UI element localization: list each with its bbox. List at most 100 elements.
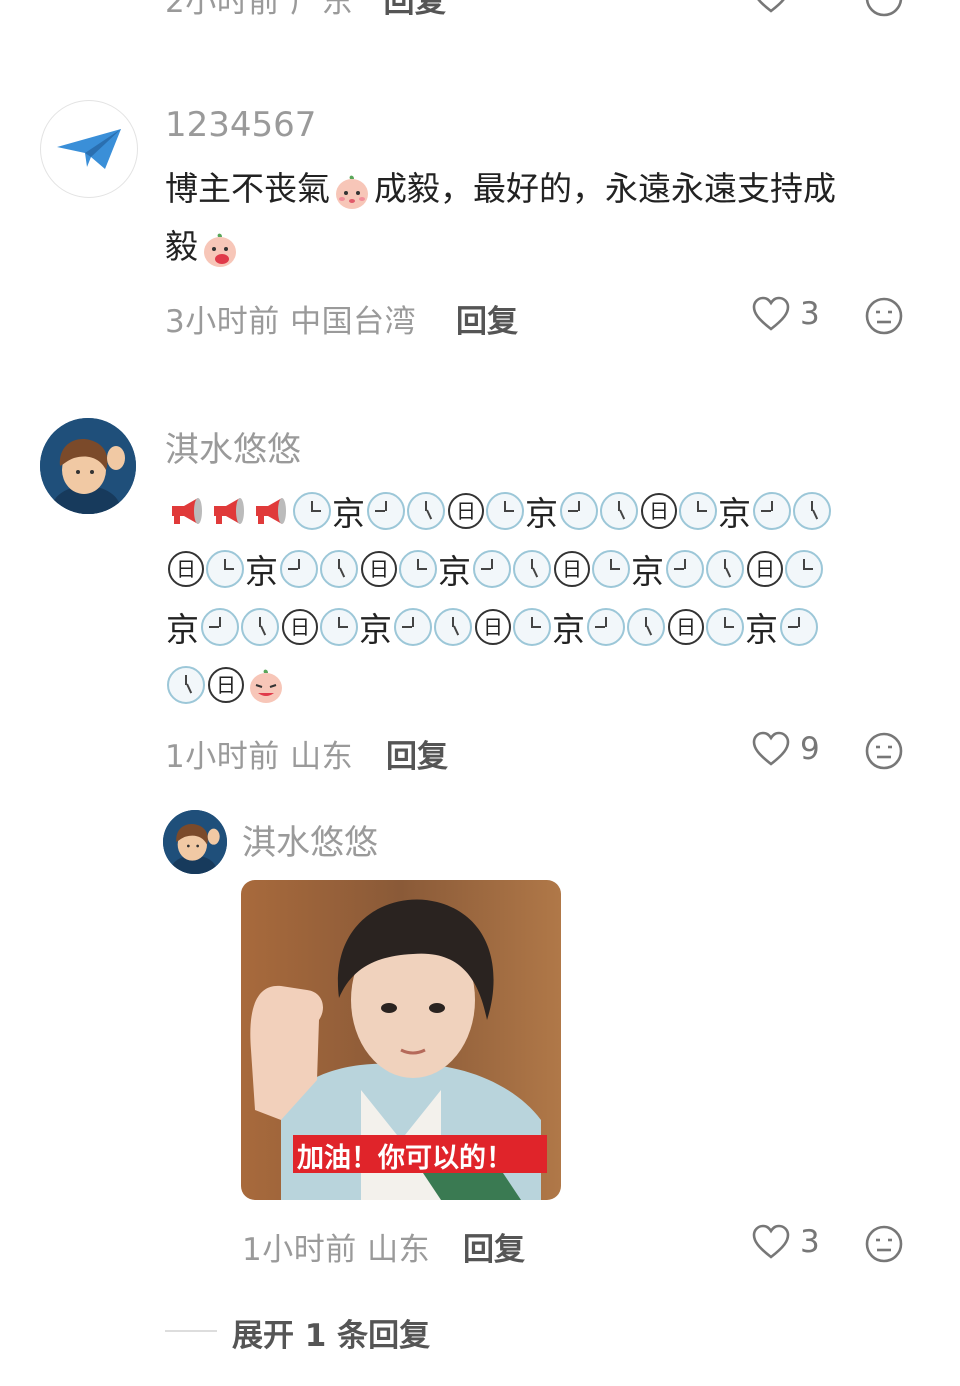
neutral-face-icon bbox=[865, 1225, 903, 1263]
clock-five-icon bbox=[241, 608, 279, 646]
paper-plane-icon bbox=[57, 129, 121, 169]
comment-meta: 1小时前 山东 bbox=[165, 739, 354, 775]
clock-five-icon bbox=[706, 550, 744, 588]
emoji-line-1: 京 日 京 日 京 bbox=[165, 482, 945, 540]
cartoon-boy-avatar-icon bbox=[40, 418, 136, 514]
char-jing: 京 bbox=[359, 610, 392, 649]
emoji-line-4: 日 bbox=[165, 656, 945, 714]
reply-button[interactable]: 回复 bbox=[456, 296, 518, 341]
emoji-line-3: 京 日 京 日 京 日 京 bbox=[165, 598, 945, 656]
dislike-button[interactable] bbox=[864, 731, 904, 775]
clock-three-icon bbox=[293, 492, 331, 530]
char-jing: 京 bbox=[552, 610, 585, 649]
comment-text-part: 毅 bbox=[165, 227, 198, 266]
clock-three-icon bbox=[399, 550, 437, 588]
clock-three-icon bbox=[513, 608, 551, 646]
clock-nine-icon bbox=[560, 492, 598, 530]
clock-nine-icon bbox=[201, 608, 239, 646]
peach-laugh-emoji-icon bbox=[250, 669, 282, 703]
clock-five-icon bbox=[627, 608, 665, 646]
like-button[interactable]: 3 bbox=[752, 296, 820, 332]
clock-nine-icon bbox=[780, 608, 818, 646]
heart-outline-icon bbox=[752, 731, 790, 766]
reply-button[interactable]: 回复 bbox=[386, 731, 448, 776]
circled-ri-icon: 日 bbox=[668, 609, 704, 645]
circled-ri-icon: 日 bbox=[168, 551, 204, 587]
char-jing: 京 bbox=[631, 552, 664, 591]
clock-three-icon bbox=[486, 492, 524, 530]
comment-meta: 3小时前 中国台湾 bbox=[165, 304, 417, 340]
emoji-line-2: 日 京 日 京 日 京 日 bbox=[165, 540, 945, 598]
circled-ri-icon: 日 bbox=[747, 551, 783, 587]
circled-ri-icon: 日 bbox=[208, 667, 244, 703]
char-jing: 京 bbox=[438, 552, 471, 591]
circled-ri-icon: 日 bbox=[641, 493, 677, 529]
prev-like-icon[interactable] bbox=[752, 0, 790, 18]
comment-username[interactable]: 1234567 bbox=[165, 105, 316, 145]
clock-nine-icon bbox=[367, 492, 405, 530]
clock-five-icon bbox=[600, 492, 638, 530]
char-jing: 京 bbox=[525, 494, 558, 533]
reply-meta: 1小时前 山东 bbox=[242, 1232, 431, 1268]
clock-nine-icon bbox=[473, 550, 511, 588]
clock-nine-icon bbox=[394, 608, 432, 646]
clock-five-icon bbox=[513, 550, 551, 588]
clock-five-icon bbox=[434, 608, 472, 646]
prev-reply-button[interactable]: 回复 bbox=[383, 0, 446, 20]
comment-text-part: 博主不丧氣 bbox=[165, 169, 330, 208]
peach-kiss-emoji-icon bbox=[336, 175, 368, 209]
clock-three-icon bbox=[592, 550, 630, 588]
like-button[interactable]: 3 bbox=[752, 1224, 820, 1260]
expand-replies-button[interactable]: 展开 1 条回复 bbox=[232, 1310, 430, 1355]
neutral-face-icon bbox=[865, 297, 903, 335]
like-count: 9 bbox=[800, 731, 820, 767]
reply-avatar[interactable] bbox=[163, 810, 227, 874]
avatar[interactable] bbox=[40, 100, 138, 198]
clock-nine-icon bbox=[587, 608, 625, 646]
circled-ri-icon: 日 bbox=[361, 551, 397, 587]
clock-three-icon bbox=[679, 492, 717, 530]
circled-ri-icon: 日 bbox=[448, 493, 484, 529]
clock-three-icon bbox=[785, 550, 823, 588]
like-button[interactable]: 9 bbox=[752, 731, 820, 767]
clock-three-icon bbox=[206, 550, 244, 588]
avatar[interactable] bbox=[40, 418, 136, 514]
image-caption: 加油！你可以的！ bbox=[297, 1143, 513, 1174]
like-count: 3 bbox=[800, 296, 820, 332]
circled-ri-icon: 日 bbox=[554, 551, 590, 587]
comment-text-part: 成毅，最好的，永遠永遠支持成 bbox=[374, 169, 836, 208]
circled-ri-icon: 日 bbox=[475, 609, 511, 645]
char-jing: 京 bbox=[332, 494, 365, 533]
emoji-comment-text: 京 日 京 日 京 日 京 日 京 日 京 日 京 日 京 日 京 日 京 日 bbox=[165, 482, 945, 714]
megaphone-icon bbox=[172, 498, 202, 524]
char-jing: 京 bbox=[718, 494, 751, 533]
cartoon-boy-avatar-icon bbox=[163, 810, 227, 874]
clock-nine-icon bbox=[666, 550, 704, 588]
clock-nine-icon bbox=[753, 492, 791, 530]
reply-username[interactable]: 淇水悠悠 bbox=[242, 815, 378, 864]
peach-cover-mouth-emoji-icon bbox=[204, 233, 236, 267]
dislike-button[interactable] bbox=[864, 1224, 904, 1268]
megaphone-icon bbox=[214, 498, 244, 524]
megaphone-icon bbox=[256, 498, 286, 524]
reply-button[interactable]: 回复 bbox=[463, 1224, 525, 1269]
clock-five-icon bbox=[167, 666, 205, 704]
heart-outline-icon bbox=[752, 296, 790, 331]
prev-comment-time: 2小时前 广东 bbox=[165, 0, 354, 20]
prev-dislike-icon[interactable] bbox=[864, 0, 904, 22]
circled-ri-icon: 日 bbox=[282, 609, 318, 645]
clock-three-icon bbox=[320, 608, 358, 646]
prev-comment-meta: 2小时前 广东 回复 bbox=[165, 0, 446, 21]
char-jing: 京 bbox=[166, 610, 199, 649]
clock-nine-icon bbox=[280, 550, 318, 588]
comment-username[interactable]: 淇水悠悠 bbox=[165, 422, 301, 471]
clock-five-icon bbox=[320, 550, 358, 588]
dislike-button[interactable] bbox=[864, 296, 904, 340]
clock-five-icon bbox=[793, 492, 831, 530]
expand-divider bbox=[165, 1330, 217, 1332]
char-jing: 京 bbox=[745, 610, 778, 649]
reply-image[interactable]: 加油！你可以的！ bbox=[241, 880, 561, 1200]
neutral-face-icon bbox=[865, 732, 903, 770]
clock-five-icon bbox=[407, 492, 445, 530]
like-count: 3 bbox=[800, 1224, 820, 1260]
